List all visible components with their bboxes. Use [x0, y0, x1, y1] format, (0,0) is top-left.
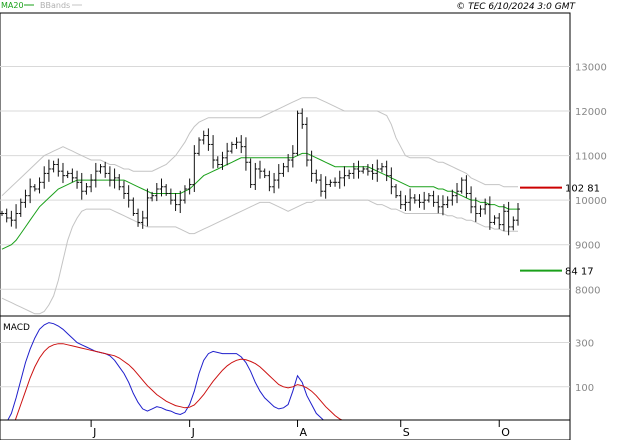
price-y-tick-label: 9000	[575, 241, 600, 252]
price-y-tick-label: 13000	[575, 62, 607, 73]
resistance-label: 102 81	[565, 184, 600, 195]
x-tick-label: O	[501, 426, 510, 439]
macd-y-tick-label: 100	[575, 383, 594, 394]
x-tick-label: J	[92, 426, 96, 439]
header: MA20 BBands © TEC 6/10/2024 3:0 GMT	[1, 1, 577, 12]
price-y-tick-label: 11000	[575, 152, 607, 163]
ma20-legend: MA20	[1, 1, 24, 10]
macd-label: MACD	[3, 323, 30, 333]
stock-chart: 8000 9000 10000 11000 12000 13000 102 81 84 17…	[0, 1, 607, 440]
x-axis: JJASO	[0, 419, 571, 440]
price-y-tick-label: 10000	[575, 196, 607, 207]
macd-y-axis: 100 300	[575, 339, 594, 394]
x-tick-label: A	[300, 426, 308, 439]
price-panel-frame	[0, 12, 571, 317]
price-y-tick-label: 12000	[575, 107, 607, 118]
x-axis-strip	[0, 419, 571, 440]
bbands-legend: BBands	[40, 1, 70, 10]
copyright-label: © TEC 6/10/2024 3:0 GMT	[456, 2, 576, 12]
price-y-tick-label: 8000	[575, 285, 600, 296]
macd-y-tick-label: 300	[575, 339, 594, 350]
price-y-axis: 8000 9000 10000 11000 12000 13000	[575, 62, 607, 296]
support-label: 84 17	[565, 267, 594, 278]
price-panel: 8000 9000 10000 11000 12000 13000 102 81 84 17	[0, 12, 607, 317]
x-tick-label: S	[403, 426, 410, 439]
x-tick-label: J	[191, 426, 195, 439]
macd-panel-frame	[0, 315, 571, 421]
